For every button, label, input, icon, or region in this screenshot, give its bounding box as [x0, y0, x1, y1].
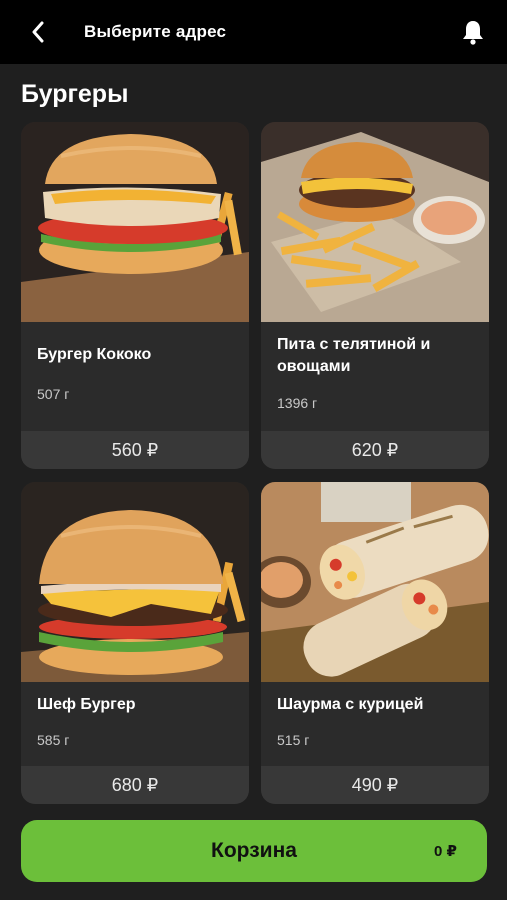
back-arrow-icon[interactable] — [26, 20, 50, 44]
product-price[interactable]: 490 ₽ — [261, 766, 489, 804]
product-card[interactable]: Шеф Бургер 585 г 680 ₽ — [21, 482, 249, 804]
burger-beef-cheese-photo — [21, 482, 249, 682]
top-bar: Выберите адрес — [0, 0, 507, 64]
cart-label: Корзина — [211, 839, 297, 862]
address-selector[interactable]: Выберите адрес — [84, 22, 226, 42]
product-name: Бургер Кококо — [37, 346, 152, 363]
burger-fries-sauce-photo — [261, 122, 489, 322]
product-weight: 507 г — [37, 386, 70, 402]
product-name: Шеф Бургер — [37, 696, 136, 713]
shawarma-photo — [261, 482, 489, 682]
cart-button[interactable]: Корзина 0 ₽ — [21, 820, 487, 882]
product-price[interactable]: 680 ₽ — [21, 766, 249, 804]
product-name: Пита с телятиной и овощами — [277, 336, 431, 375]
product-card[interactable]: Пита с телятиной и овощами 1396 г 620 ₽ — [261, 122, 489, 469]
cart-total: 0 ₽ — [434, 843, 457, 860]
product-card[interactable]: Бургер Кококо 507 г 560 ₽ — [21, 122, 249, 469]
product-weight: 515 г — [277, 732, 310, 748]
product-weight: 1396 г — [277, 395, 318, 411]
product-name: Шаурма с курицей — [277, 696, 424, 713]
product-card[interactable]: Шаурма с курицей 515 г 490 ₽ — [261, 482, 489, 804]
product-price[interactable]: 620 ₽ — [261, 431, 489, 469]
burger-chicken-photo — [21, 122, 249, 322]
bell-icon[interactable] — [459, 18, 487, 46]
section-title: Бургеры — [21, 80, 129, 108]
product-weight: 585 г — [37, 732, 70, 748]
product-price[interactable]: 560 ₽ — [21, 431, 249, 469]
menu-content: Бургеры Бургер Кококо 507 г 560 ₽ Пита с… — [0, 64, 507, 900]
